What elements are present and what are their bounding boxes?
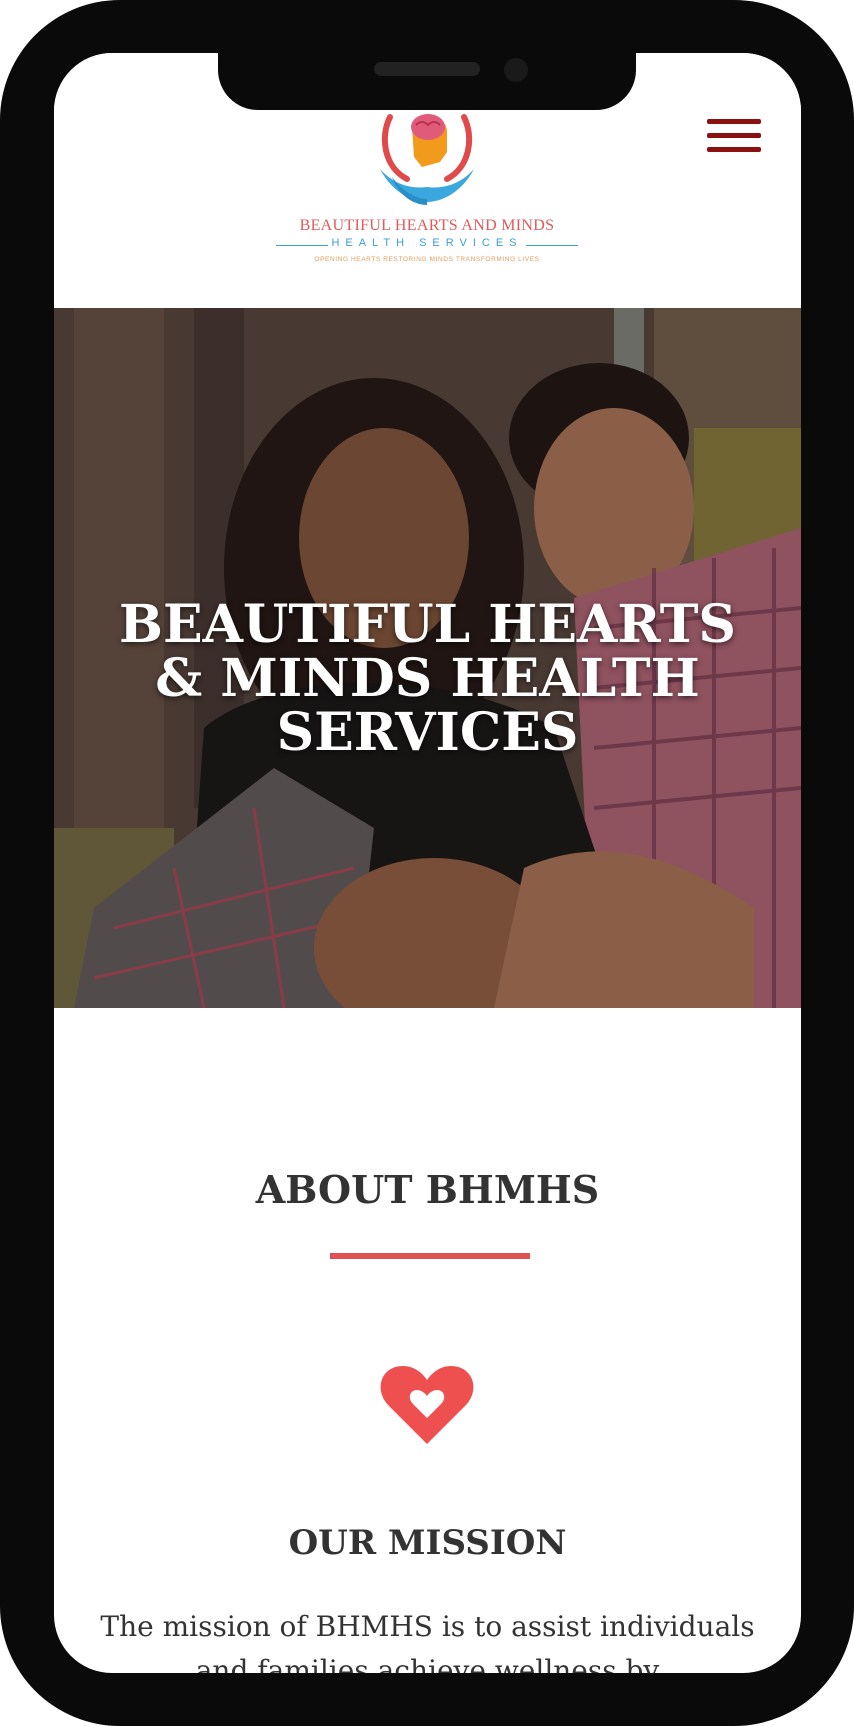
logo-emblem-icon (380, 114, 474, 205)
hamburger-menu-icon[interactable] (707, 119, 761, 159)
logo-tagline: OPENING HEARTS RESTORING MINDS TRANSFORM… (314, 256, 540, 263)
menu-bar (707, 147, 761, 152)
menu-bar (707, 133, 761, 138)
hero-banner: BEAUTIFUL HEARTS & MINDS HEALTH SERVICES (54, 308, 801, 1008)
screen: BEAUTIFUL HEARTS AND MINDS HEALTH SERVIC… (54, 53, 801, 1673)
menu-bar (707, 119, 761, 124)
mission-text: The mission of BHMHS is to assist indivi… (100, 1610, 755, 1673)
heart-icon (380, 1366, 474, 1444)
phone-notch (218, 52, 636, 110)
mission-heading: OUR MISSION (288, 1523, 567, 1563)
logo-subtitle: HEALTH SERVICES (331, 237, 523, 249)
about-heading: ABOUT BHMHS (255, 1167, 600, 1212)
heading-divider (330, 1253, 530, 1259)
logo-name: BEAUTIFUL HEARTS AND MINDS (299, 217, 555, 234)
site-logo[interactable]: BEAUTIFUL HEARTS AND MINDS HEALTH SERVIC… (272, 107, 582, 297)
front-camera (504, 58, 528, 82)
speaker-grille (374, 62, 480, 76)
hero-title: BEAUTIFUL HEARTS & MINDS HEALTH SERVICES (119, 593, 736, 763)
logo-rule-right (526, 245, 578, 246)
